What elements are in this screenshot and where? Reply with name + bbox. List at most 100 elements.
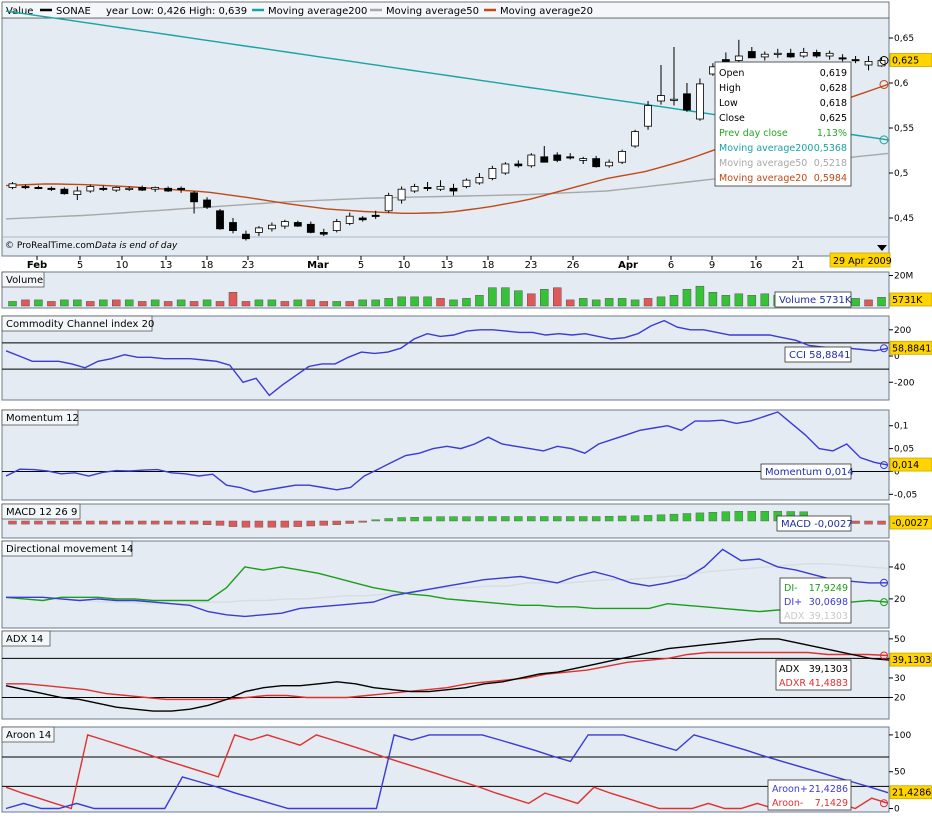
candle-body <box>151 186 160 190</box>
macd-bar <box>137 520 147 525</box>
legend-ma50: Moving average50 <box>386 6 479 17</box>
volume-bar <box>112 299 121 307</box>
volume-bar <box>241 301 251 307</box>
candle-body <box>125 187 134 190</box>
macd-bar <box>254 520 264 528</box>
candle-body <box>190 192 198 203</box>
candle-body <box>423 186 432 189</box>
macd-bar <box>760 511 769 522</box>
volume-bar <box>267 299 277 307</box>
dm-readout-value: 17,9249 <box>809 583 848 594</box>
macd-bar <box>747 511 757 522</box>
aroon-readout-value: 7,1429 <box>815 798 848 809</box>
volume-title: Volume <box>6 275 43 286</box>
macd-bar <box>150 520 160 525</box>
adx-title: ADX 14 <box>6 634 43 645</box>
dm-readout-name: DI+ <box>784 597 802 608</box>
date-badge: 29 Apr 2009 <box>833 256 892 267</box>
x-tick-label: 18 <box>201 260 214 271</box>
candle-body <box>657 95 665 102</box>
volume-bar <box>99 299 108 307</box>
candle-body <box>280 221 289 227</box>
candle-body <box>631 131 639 147</box>
macd-bar <box>851 520 860 524</box>
macd-bar <box>8 520 17 525</box>
volume-bar <box>86 301 95 307</box>
volume-bar <box>371 299 380 307</box>
candle-body <box>488 168 497 179</box>
chart-root: Value SONAE year Low: 0,426 High: 0,639 Mov… <box>0 0 932 816</box>
macd-bar <box>86 520 95 525</box>
candle-body <box>540 156 549 163</box>
volume-bar <box>617 298 627 307</box>
macd-bar <box>604 516 614 522</box>
y-tick-label: 0,65 <box>894 34 914 44</box>
tooltip-value: 1,13% <box>817 128 847 139</box>
adx-badge: 39,1303 <box>892 655 931 666</box>
tooltip-value: 0,5368 <box>814 143 847 154</box>
candle-body <box>21 186 30 189</box>
tooltip-label: Moving average20 <box>719 173 807 184</box>
candle-body <box>527 154 536 167</box>
candle-body <box>397 188 406 201</box>
macd-bar <box>47 520 56 525</box>
aroon-readout-name: Aroon- <box>772 798 803 809</box>
macd-bar <box>293 520 303 527</box>
volume-bar <box>228 292 238 307</box>
dm-title: Directional movement 14 <box>6 544 133 555</box>
y-tick-label: 0 <box>894 805 900 815</box>
candle-body <box>760 53 769 58</box>
macd-bar <box>267 520 277 528</box>
macd-bar <box>384 518 393 522</box>
volume-readout: Volume 5731K <box>779 295 852 306</box>
x-tick-label: 18 <box>482 260 495 271</box>
macd-bar <box>306 520 316 527</box>
y-tick-label: 20M <box>894 272 913 282</box>
volume-bar <box>708 292 718 307</box>
volume-bar <box>21 299 30 307</box>
adx-readout-name: ADXR <box>779 678 806 689</box>
volume-bar <box>565 299 575 307</box>
candle-body <box>799 52 808 57</box>
candle-body <box>319 231 328 235</box>
momentum-title: Momentum 12 <box>6 413 79 424</box>
candle-body <box>734 55 743 61</box>
candle-body <box>605 161 614 167</box>
volume-bar <box>553 287 562 307</box>
tooltip-label: Open <box>719 68 744 79</box>
candle-body <box>306 223 315 233</box>
candle-body <box>592 158 601 168</box>
y-tick-label: 200 <box>894 326 911 336</box>
macd-title: MACD 12 26 9 <box>6 507 77 518</box>
candle-body <box>112 186 121 191</box>
aroon-readout-name: Aroon+ <box>772 784 808 795</box>
tooltip-value: 0,619 <box>820 68 847 79</box>
volume-bar <box>527 293 536 307</box>
macd-bar <box>73 520 82 525</box>
candle-body <box>553 154 562 161</box>
tooltip-label: High <box>719 83 741 94</box>
candle-body <box>462 179 471 187</box>
volume-bar <box>150 299 160 307</box>
volume-bar <box>514 290 523 307</box>
candle-body <box>177 187 186 190</box>
candle-body <box>514 163 523 167</box>
macd-bar <box>423 516 432 522</box>
volume-bar <box>306 299 316 307</box>
macd-bar <box>112 520 121 525</box>
tooltip-label: Moving average50 <box>719 158 807 169</box>
aroon-title: Aroon 14 <box>6 730 51 741</box>
candle-body <box>786 52 795 58</box>
cci-title: Commodity Channel index 20 <box>6 319 154 330</box>
volume-bar <box>34 299 43 307</box>
x-tick-label: 9 <box>709 260 715 271</box>
panel-frame <box>1 726 890 813</box>
candle-body <box>566 156 575 159</box>
volume-bar <box>202 299 212 307</box>
candle-body <box>242 233 250 240</box>
x-tick-label: Apr <box>618 260 638 271</box>
y-tick-label: 50 <box>894 635 906 645</box>
volume-bar <box>215 301 225 307</box>
candle-body <box>60 188 69 195</box>
y-tick-label: 20 <box>894 595 906 605</box>
